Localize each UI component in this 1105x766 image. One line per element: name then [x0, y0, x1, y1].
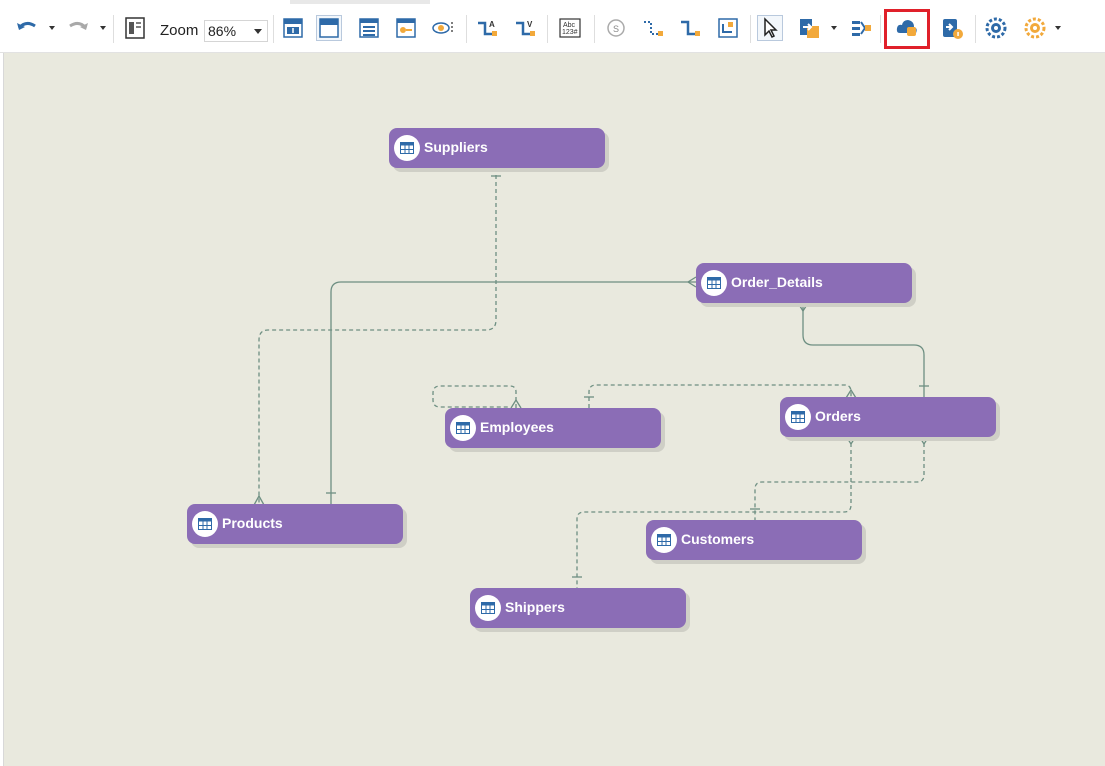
show-hide-relations-button[interactable]	[430, 15, 456, 41]
gear-refresh-icon	[985, 17, 1007, 39]
align-button[interactable]	[848, 15, 874, 41]
database-info-button[interactable]	[939, 15, 965, 41]
entity-label: Employees	[480, 419, 554, 435]
entity-suppliers[interactable]: Suppliers	[389, 128, 605, 168]
table-icon	[651, 527, 677, 553]
relation-many-icon: V	[516, 20, 535, 36]
svg-text:V: V	[527, 20, 533, 29]
eye-icon	[432, 22, 453, 34]
entity-products[interactable]: Products	[187, 504, 403, 544]
entity-label: Products	[222, 515, 283, 531]
gear-icon	[1024, 17, 1046, 39]
table-fields-icon	[359, 18, 379, 38]
redo-button[interactable]	[65, 15, 91, 41]
toolbar-separator	[113, 15, 114, 43]
show-primary-key-button[interactable]	[280, 15, 306, 41]
highlight-box	[884, 9, 930, 49]
abc-text-icon: Abc123#	[559, 18, 581, 38]
show-title-only-button[interactable]	[316, 15, 342, 41]
redo-icon	[69, 21, 88, 30]
reset-icon: S	[607, 19, 625, 37]
refresh-button[interactable]	[983, 15, 1009, 41]
undo-icon	[17, 21, 36, 30]
show-key-fields-button[interactable]	[393, 15, 419, 41]
toolbar-separator	[880, 15, 881, 43]
fit-window-icon	[718, 18, 738, 38]
toolbar-separator	[466, 15, 467, 43]
abc-text-button[interactable]: Abc 123#	[557, 15, 583, 41]
database-info-icon	[943, 19, 963, 39]
show-all-fields-button[interactable]	[356, 15, 382, 41]
relation-one-icon: A	[478, 20, 497, 36]
svg-text:A: A	[489, 20, 495, 29]
entity-order-details[interactable]: Order_Details	[696, 263, 912, 303]
active-tab-strip	[290, 0, 430, 4]
reset-button[interactable]: S	[603, 15, 629, 41]
undo-button[interactable]	[14, 15, 40, 41]
toolbar-separator	[594, 15, 595, 43]
entity-shippers[interactable]: Shippers	[470, 588, 686, 628]
zoom-label: Zoom	[160, 22, 199, 39]
toolbar-separator	[273, 15, 274, 43]
entity-label: Customers	[681, 531, 755, 547]
entity-label: Orders	[815, 408, 861, 424]
zoom-select[interactable]: 86%	[204, 20, 268, 42]
select-pointer-button[interactable]	[757, 15, 783, 41]
align-icon	[852, 21, 871, 36]
svg-text:Abc: Abc	[563, 22, 576, 29]
entity-label: Order_Details	[731, 274, 823, 290]
page-layout-icon	[125, 17, 145, 39]
entity-customers[interactable]: Customers	[646, 520, 862, 560]
export-icon	[800, 19, 819, 38]
settings-dropdown-caret[interactable]	[1055, 26, 1061, 30]
fit-window-button[interactable]	[715, 15, 741, 41]
table-icon	[394, 135, 420, 161]
table-title-icon	[319, 18, 339, 38]
settings-button[interactable]	[1022, 15, 1048, 41]
toolbar: Zoom 86% A V Abc 123# S	[0, 0, 1105, 53]
one-to-many-relation-button[interactable]: A	[474, 15, 500, 41]
table-icon	[701, 270, 727, 296]
many-to-one-relation-button[interactable]: V	[512, 15, 538, 41]
table-icon	[475, 595, 501, 621]
toolbar-separator	[547, 15, 548, 43]
svg-text:123#: 123#	[562, 29, 578, 36]
dashed-relation-button[interactable]	[640, 15, 666, 41]
export-dropdown-caret[interactable]	[831, 26, 837, 30]
table-keyfield-icon	[396, 18, 416, 38]
zoom-value: 86%	[208, 23, 237, 39]
pointer-icon	[764, 17, 778, 39]
page-layout-button[interactable]	[122, 15, 148, 41]
table-icon	[785, 404, 811, 430]
entity-label: Suppliers	[424, 139, 488, 155]
table-icon	[450, 415, 476, 441]
solid-relation-icon	[681, 20, 700, 36]
table-icon	[192, 511, 218, 537]
solid-relation-button[interactable]	[677, 15, 703, 41]
undo-dropdown-caret[interactable]	[49, 26, 55, 30]
dashed-relation-icon	[644, 21, 663, 36]
export-button[interactable]	[796, 15, 822, 41]
redo-dropdown-caret[interactable]	[100, 26, 106, 30]
svg-text:S: S	[613, 24, 619, 34]
chevron-down-icon	[254, 29, 262, 34]
entity-label: Shippers	[505, 599, 565, 615]
entity-employees[interactable]: Employees	[445, 408, 661, 448]
toolbar-separator	[750, 15, 751, 43]
table-key-icon	[283, 18, 303, 38]
entity-orders[interactable]: Orders	[780, 397, 996, 437]
toolbar-separator	[975, 15, 976, 43]
